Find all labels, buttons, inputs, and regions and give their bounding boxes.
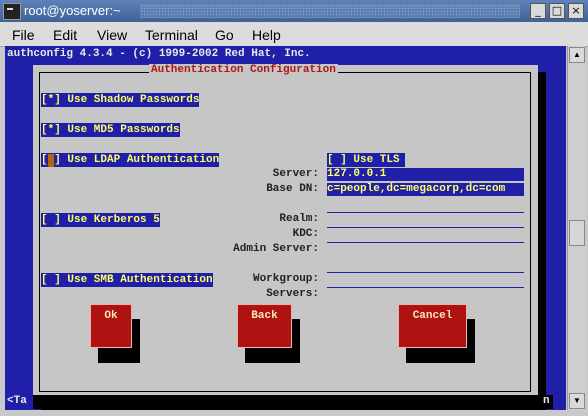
titlebar-grip — [140, 4, 520, 18]
ok-button[interactable]: Ok — [90, 304, 132, 348]
terminal-area[interactable]: authconfig 4.3.4 - (c) 1999-2002 Red Hat… — [5, 46, 566, 410]
menu-file[interactable]: File — [12, 27, 35, 43]
kdc-input[interactable] — [327, 226, 524, 228]
minimize-button[interactable]: _ — [530, 3, 546, 19]
terminal-scrollbar[interactable]: ▲ ▼ — [567, 46, 585, 410]
back-button-label: Back — [251, 310, 278, 322]
menu-terminal[interactable]: Terminal — [145, 27, 198, 43]
kdc-label: KDC: — [292, 228, 319, 240]
use-tls-checkbox[interactable]: [ ] Use TLS — [327, 153, 405, 167]
ok-button-label: Ok — [104, 310, 118, 322]
ldap-auth-checkbox[interactable]: [*] Use LDAP Authentication — [41, 153, 220, 167]
server-label: Server: — [272, 168, 319, 180]
back-button[interactable]: Back — [237, 304, 292, 348]
basedn-label: Base DN: — [266, 183, 319, 195]
admin-server-label: Admin Server: — [233, 243, 319, 255]
admin-server-input[interactable] — [327, 241, 524, 243]
dialog-title: Authentication Configuration — [149, 64, 338, 76]
realm-label: Realm: — [279, 213, 319, 225]
kerberos-checkbox[interactable]: [ ] Use Kerberos 5 — [41, 213, 160, 227]
workgroup-label: Workgroup: — [252, 273, 319, 285]
hint-text-left: <Ta — [7, 395, 27, 407]
basedn-input[interactable]: c=people,dc=megacorp,dc=com — [327, 183, 524, 196]
shadow-passwords-checkbox[interactable]: [*] Use Shadow Passwords — [41, 93, 200, 107]
servers-label: Servers: — [266, 288, 319, 300]
menubar — [0, 22, 588, 47]
menu-view[interactable]: View — [97, 27, 127, 43]
window-title: root@yoserver:~ — [24, 3, 121, 18]
menu-edit[interactable]: Edit — [53, 27, 77, 43]
scroll-up-arrow-icon[interactable]: ▲ — [569, 47, 585, 63]
close-button[interactable]: × — [568, 3, 584, 19]
server-input[interactable]: 127.0.0.1 — [327, 168, 524, 181]
cancel-button-label: Cancel — [412, 310, 453, 322]
smb-auth-checkbox[interactable]: [ ] Use SMB Authentication — [41, 273, 213, 287]
cancel-button[interactable]: Cancel — [398, 304, 467, 348]
hint-bar — [33, 395, 553, 409]
servers-input[interactable] — [327, 286, 524, 288]
hint-text-right: n — [543, 395, 550, 407]
realm-input[interactable] — [327, 211, 524, 213]
md5-passwords-checkbox[interactable]: [*] Use MD5 Passwords — [41, 123, 180, 137]
scroll-down-arrow-icon[interactable]: ▼ — [569, 393, 585, 409]
workgroup-input[interactable] — [327, 271, 524, 273]
maximize-button[interactable]: □ — [549, 3, 565, 19]
text-cursor — [48, 154, 54, 167]
terminal-icon — [3, 3, 21, 20]
scroll-thumb[interactable] — [569, 220, 585, 246]
menu-go[interactable]: Go — [215, 27, 234, 43]
terminal-header-line: authconfig 4.3.4 - (c) 1999-2002 Red Hat… — [7, 48, 311, 60]
menu-help[interactable]: Help — [252, 27, 281, 43]
